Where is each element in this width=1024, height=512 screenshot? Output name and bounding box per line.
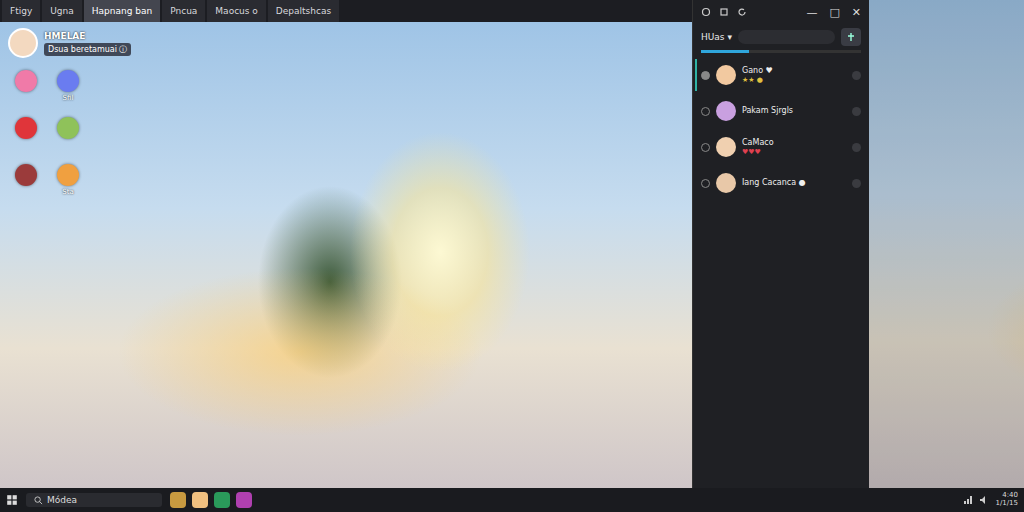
avatar-icon[interactable] bbox=[8, 28, 38, 58]
tab[interactable]: Hapnang ban bbox=[84, 0, 160, 22]
contact-name[interactable]: CaMaco bbox=[742, 138, 846, 147]
network-icon[interactable] bbox=[963, 495, 973, 505]
avatar-icon[interactable] bbox=[716, 173, 736, 193]
tab-label[interactable]: Hapnang ban bbox=[92, 6, 152, 16]
tab[interactable]: Pncua bbox=[162, 0, 205, 22]
start-icon[interactable] bbox=[6, 494, 18, 506]
wallpaper bbox=[869, 0, 1024, 488]
date[interactable]: 1/1/15 bbox=[995, 500, 1018, 508]
avatar-icon[interactable] bbox=[716, 65, 736, 85]
tab[interactable]: Ugna bbox=[42, 0, 82, 22]
tab-track bbox=[701, 50, 861, 53]
status-dot bbox=[852, 179, 861, 188]
tab-indicator bbox=[701, 50, 749, 53]
app-icon[interactable] bbox=[15, 164, 37, 186]
status-dot bbox=[852, 143, 861, 152]
app-icon[interactable] bbox=[192, 492, 208, 508]
app-icon[interactable] bbox=[57, 164, 79, 186]
tab-label[interactable]: Pncua bbox=[170, 6, 197, 16]
tab-label[interactable]: Ftigy bbox=[10, 6, 32, 16]
tab[interactable]: Maocus o bbox=[207, 0, 266, 22]
app-icon[interactable] bbox=[15, 70, 37, 92]
app-icon[interactable] bbox=[57, 70, 79, 92]
tab-label[interactable]: Ugna bbox=[50, 6, 74, 16]
contact-name[interactable]: Pakam Sjrgls bbox=[742, 106, 846, 115]
wallpaper: HMELAE Dsua beretamuai ⓘ Sfil Sta bbox=[0, 22, 692, 488]
desktop-icons: Sfil Sta bbox=[8, 70, 88, 197]
select-radio[interactable] bbox=[701, 143, 710, 152]
status-dot bbox=[852, 71, 861, 80]
app-icon[interactable] bbox=[214, 492, 230, 508]
status-dot bbox=[852, 107, 861, 116]
tab-label[interactable]: Maocus o bbox=[215, 6, 258, 16]
compose-button[interactable] bbox=[841, 28, 861, 46]
app-icon[interactable] bbox=[15, 117, 37, 139]
window-control[interactable]: □ bbox=[829, 6, 839, 19]
contact-name[interactable]: Gano ♥ bbox=[742, 66, 846, 75]
app-icon[interactable] bbox=[170, 492, 186, 508]
contact-status: ♥♥♥ bbox=[742, 148, 846, 156]
chat-title[interactable]: HUas ▾ bbox=[701, 32, 732, 42]
contact-row[interactable]: Iang Cacanca ● bbox=[693, 165, 869, 201]
select-radio[interactable] bbox=[701, 107, 710, 116]
search-icon[interactable] bbox=[34, 496, 43, 505]
app-icon[interactable] bbox=[236, 492, 252, 508]
tab-bar: Ftigy Ugna Hapnang ban Pncua Maocus o Depalts… bbox=[0, 0, 692, 22]
select-radio[interactable] bbox=[701, 71, 710, 80]
search-label[interactable]: Módea bbox=[47, 495, 77, 505]
avatar-icon[interactable] bbox=[716, 101, 736, 121]
time[interactable]: 4:40 bbox=[1002, 492, 1018, 500]
profile-name: HMELAE bbox=[44, 31, 131, 41]
window-control[interactable]: ✕ bbox=[852, 6, 861, 19]
contact-name[interactable]: Iang Cacanca ● bbox=[742, 178, 846, 187]
desktop-icon[interactable]: Sfil bbox=[50, 70, 86, 103]
search-field[interactable] bbox=[738, 30, 835, 44]
contact-row[interactable]: CaMaco♥♥♥ bbox=[693, 129, 869, 165]
clock[interactable]: 4:401/1/15 bbox=[995, 492, 1018, 507]
volume-icon[interactable] bbox=[979, 495, 989, 505]
taskbar: Módea 4:401/1/15 bbox=[0, 488, 1024, 512]
refresh-icon[interactable] bbox=[737, 7, 747, 17]
select-radio[interactable] bbox=[701, 179, 710, 188]
taskbar-search[interactable]: Módea bbox=[26, 493, 162, 507]
window-control[interactable]: — bbox=[806, 6, 817, 19]
contact-row[interactable]: Gano ♥★★ ● bbox=[693, 57, 869, 93]
desktop-icon[interactable] bbox=[8, 70, 44, 103]
pin-icon[interactable] bbox=[846, 32, 856, 42]
contact-row[interactable]: Pakam Sjrgls bbox=[693, 93, 869, 129]
profile[interactable]: HMELAE Dsua beretamuai ⓘ bbox=[8, 28, 684, 58]
desktop-icon[interactable] bbox=[8, 164, 44, 197]
chat-window: — □ ✕ HUas ▾ Gano ♥★★ ● Pakam Sjrgls CaMaco♥♥♥… bbox=[692, 0, 869, 488]
desktop-icon[interactable] bbox=[50, 117, 86, 150]
contact-status: ★★ ● bbox=[742, 76, 846, 84]
tab[interactable]: Depaltshcas bbox=[268, 0, 339, 22]
tab-label[interactable]: Depaltshcas bbox=[276, 6, 331, 16]
copy-icon[interactable] bbox=[719, 7, 729, 17]
icon-label[interactable]: Sfil bbox=[63, 94, 74, 103]
icon-label[interactable]: Sta bbox=[62, 188, 73, 197]
desktop-icon[interactable]: Sta bbox=[50, 164, 86, 197]
settings-icon[interactable] bbox=[701, 7, 711, 17]
contact-list: Gano ♥★★ ● Pakam Sjrgls CaMaco♥♥♥ Iang Caca… bbox=[693, 57, 869, 201]
app-icon[interactable] bbox=[57, 117, 79, 139]
profile-status: Dsua beretamuai ⓘ bbox=[44, 43, 131, 56]
tab[interactable]: Ftigy bbox=[2, 0, 40, 22]
avatar-icon[interactable] bbox=[716, 137, 736, 157]
desktop-icon[interactable] bbox=[8, 117, 44, 150]
